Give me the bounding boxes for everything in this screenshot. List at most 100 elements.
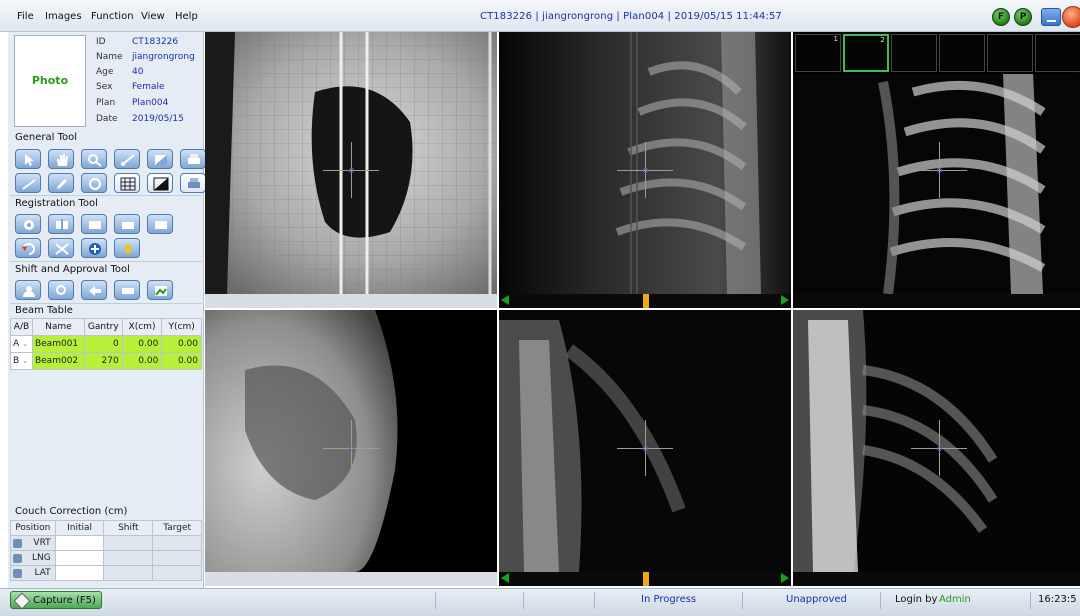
beam-y[interactable]: 0.00 xyxy=(161,352,202,370)
isocenter-crosshair[interactable] xyxy=(323,142,379,198)
minimize-button[interactable] xyxy=(1041,8,1061,26)
table-row[interactable]: B ⌄ Beam002 270 0.00 0.00 xyxy=(10,352,202,370)
histogram-bar[interactable] xyxy=(793,572,1080,586)
ab-select[interactable]: B ⌄ xyxy=(10,352,33,370)
capture-button[interactable]: Capture (F5) xyxy=(10,591,102,610)
next-arrow-icon[interactable] xyxy=(781,573,789,583)
approve-user-icon[interactable] xyxy=(15,280,41,300)
slider-handle[interactable] xyxy=(643,572,649,586)
ab-select[interactable]: A ⌄ xyxy=(10,335,33,353)
isocenter-crosshair[interactable] xyxy=(617,420,673,476)
slider-handle[interactable] xyxy=(643,294,649,308)
divider xyxy=(10,261,202,262)
beam-name[interactable]: Beam002 xyxy=(31,352,85,370)
isocenter-crosshair[interactable] xyxy=(911,420,967,476)
beam-x[interactable]: 0.00 xyxy=(121,352,163,370)
field-label: Name xyxy=(96,52,123,62)
rotate-tool-icon[interactable] xyxy=(81,173,107,193)
chevron-down-icon: ⌄ xyxy=(22,340,29,348)
next-arrow-icon[interactable] xyxy=(781,295,789,305)
shift-left-icon[interactable] xyxy=(81,280,107,300)
register-reset-icon[interactable] xyxy=(81,214,107,234)
viewport-lateral-reference[interactable] xyxy=(205,310,497,586)
chevron-down-icon: ⌄ xyxy=(22,357,29,365)
register-blend-icon[interactable] xyxy=(147,214,173,234)
beam-x[interactable]: 0.00 xyxy=(121,335,163,353)
menu-view[interactable]: View xyxy=(141,11,165,22)
table-row: VRT xyxy=(10,535,202,551)
viewport-ap-reference[interactable] xyxy=(205,32,497,308)
register-move-icon[interactable] xyxy=(114,238,140,258)
beam-name[interactable]: Beam001 xyxy=(31,335,85,353)
histogram-bar[interactable] xyxy=(793,294,1080,308)
edit-tool-icon[interactable] xyxy=(48,173,74,193)
histogram-bar[interactable] xyxy=(205,572,497,586)
thumbnail-empty[interactable] xyxy=(987,34,1033,72)
initial-field[interactable] xyxy=(54,535,105,551)
initial-field[interactable] xyxy=(54,550,105,566)
pan-hand-tool-icon[interactable] xyxy=(48,149,74,169)
beam-y[interactable]: 0.00 xyxy=(161,335,202,353)
register-undo-icon[interactable] xyxy=(15,238,41,258)
viewport-lateral-overlay[interactable] xyxy=(793,310,1080,586)
table-row[interactable]: A ⌄ Beam001 0 0.00 0.00 xyxy=(10,335,202,353)
shift-apply-icon[interactable] xyxy=(114,280,140,300)
pointer-tool-icon[interactable] xyxy=(15,149,41,169)
patient-age: 40 xyxy=(132,67,144,77)
add-point-icon[interactable] xyxy=(81,238,107,258)
p-button[interactable]: P xyxy=(1014,8,1032,26)
grid-tool-icon[interactable] xyxy=(114,173,140,193)
couch-position: LNG xyxy=(10,550,56,566)
menu-images[interactable]: Images xyxy=(45,11,82,22)
ab-value: B xyxy=(13,356,20,366)
thumbnail-empty[interactable] xyxy=(1035,34,1080,72)
thumbnail-empty[interactable] xyxy=(891,34,937,72)
login-label: Login by xyxy=(895,594,938,605)
menu-file[interactable]: File xyxy=(17,11,34,22)
isocenter-crosshair[interactable] xyxy=(617,142,673,198)
register-auto-icon[interactable] xyxy=(15,214,41,234)
table-row: LNG xyxy=(10,550,202,566)
register-translate-icon[interactable] xyxy=(48,238,74,258)
progress-status: In Progress xyxy=(641,594,697,605)
zoom-tool-icon[interactable] xyxy=(81,149,107,169)
thumbnail-number: 2 xyxy=(880,36,885,44)
register-manual-icon[interactable] xyxy=(48,214,74,234)
crosshair-center xyxy=(643,446,648,451)
viewport-ap-overlay[interactable]: 1 2 xyxy=(793,32,1080,308)
previous-arrow-icon[interactable] xyxy=(501,295,509,305)
crosshair-center xyxy=(937,168,942,173)
contrast-tool-icon[interactable] xyxy=(147,173,173,193)
previous-arrow-icon[interactable] xyxy=(501,573,509,583)
f-button[interactable]: F xyxy=(992,8,1010,26)
line-tool-icon[interactable] xyxy=(15,173,41,193)
target-field xyxy=(152,550,202,566)
approve-image-icon[interactable] xyxy=(147,280,173,300)
thumbnail-empty[interactable] xyxy=(939,34,985,72)
menu-help[interactable]: Help xyxy=(175,11,198,22)
close-button[interactable] xyxy=(1062,6,1080,28)
slider-track[interactable] xyxy=(499,572,791,586)
approve-search-icon[interactable] xyxy=(48,280,74,300)
print-tool-icon[interactable] xyxy=(180,149,206,169)
viewport-lateral-live[interactable] xyxy=(499,310,791,586)
register-overlay-icon[interactable] xyxy=(114,214,140,234)
divider xyxy=(742,592,743,609)
printer-icon[interactable] xyxy=(180,173,206,193)
slider-track[interactable] xyxy=(499,294,791,308)
isocenter-crosshair[interactable] xyxy=(911,142,967,198)
menu-function[interactable]: Function xyxy=(91,11,134,22)
beam-gantry[interactable]: 270 xyxy=(83,352,123,370)
viewport-ap-live[interactable] xyxy=(499,32,791,308)
histogram-bar[interactable] xyxy=(205,294,497,308)
beam-gantry[interactable]: 0 xyxy=(83,335,123,353)
measure-tool-icon[interactable] xyxy=(114,149,140,169)
col-header: Position xyxy=(10,520,56,536)
window-level-tool-icon[interactable] xyxy=(147,149,173,169)
thumbnail[interactable]: 1 xyxy=(795,34,841,72)
thumbnail-selected[interactable]: 2 xyxy=(843,34,889,72)
isocenter-crosshair[interactable] xyxy=(323,420,379,476)
initial-field[interactable] xyxy=(54,565,105,581)
couch-position: LAT xyxy=(10,565,56,581)
registration-tool-title: Registration Tool xyxy=(15,198,98,209)
